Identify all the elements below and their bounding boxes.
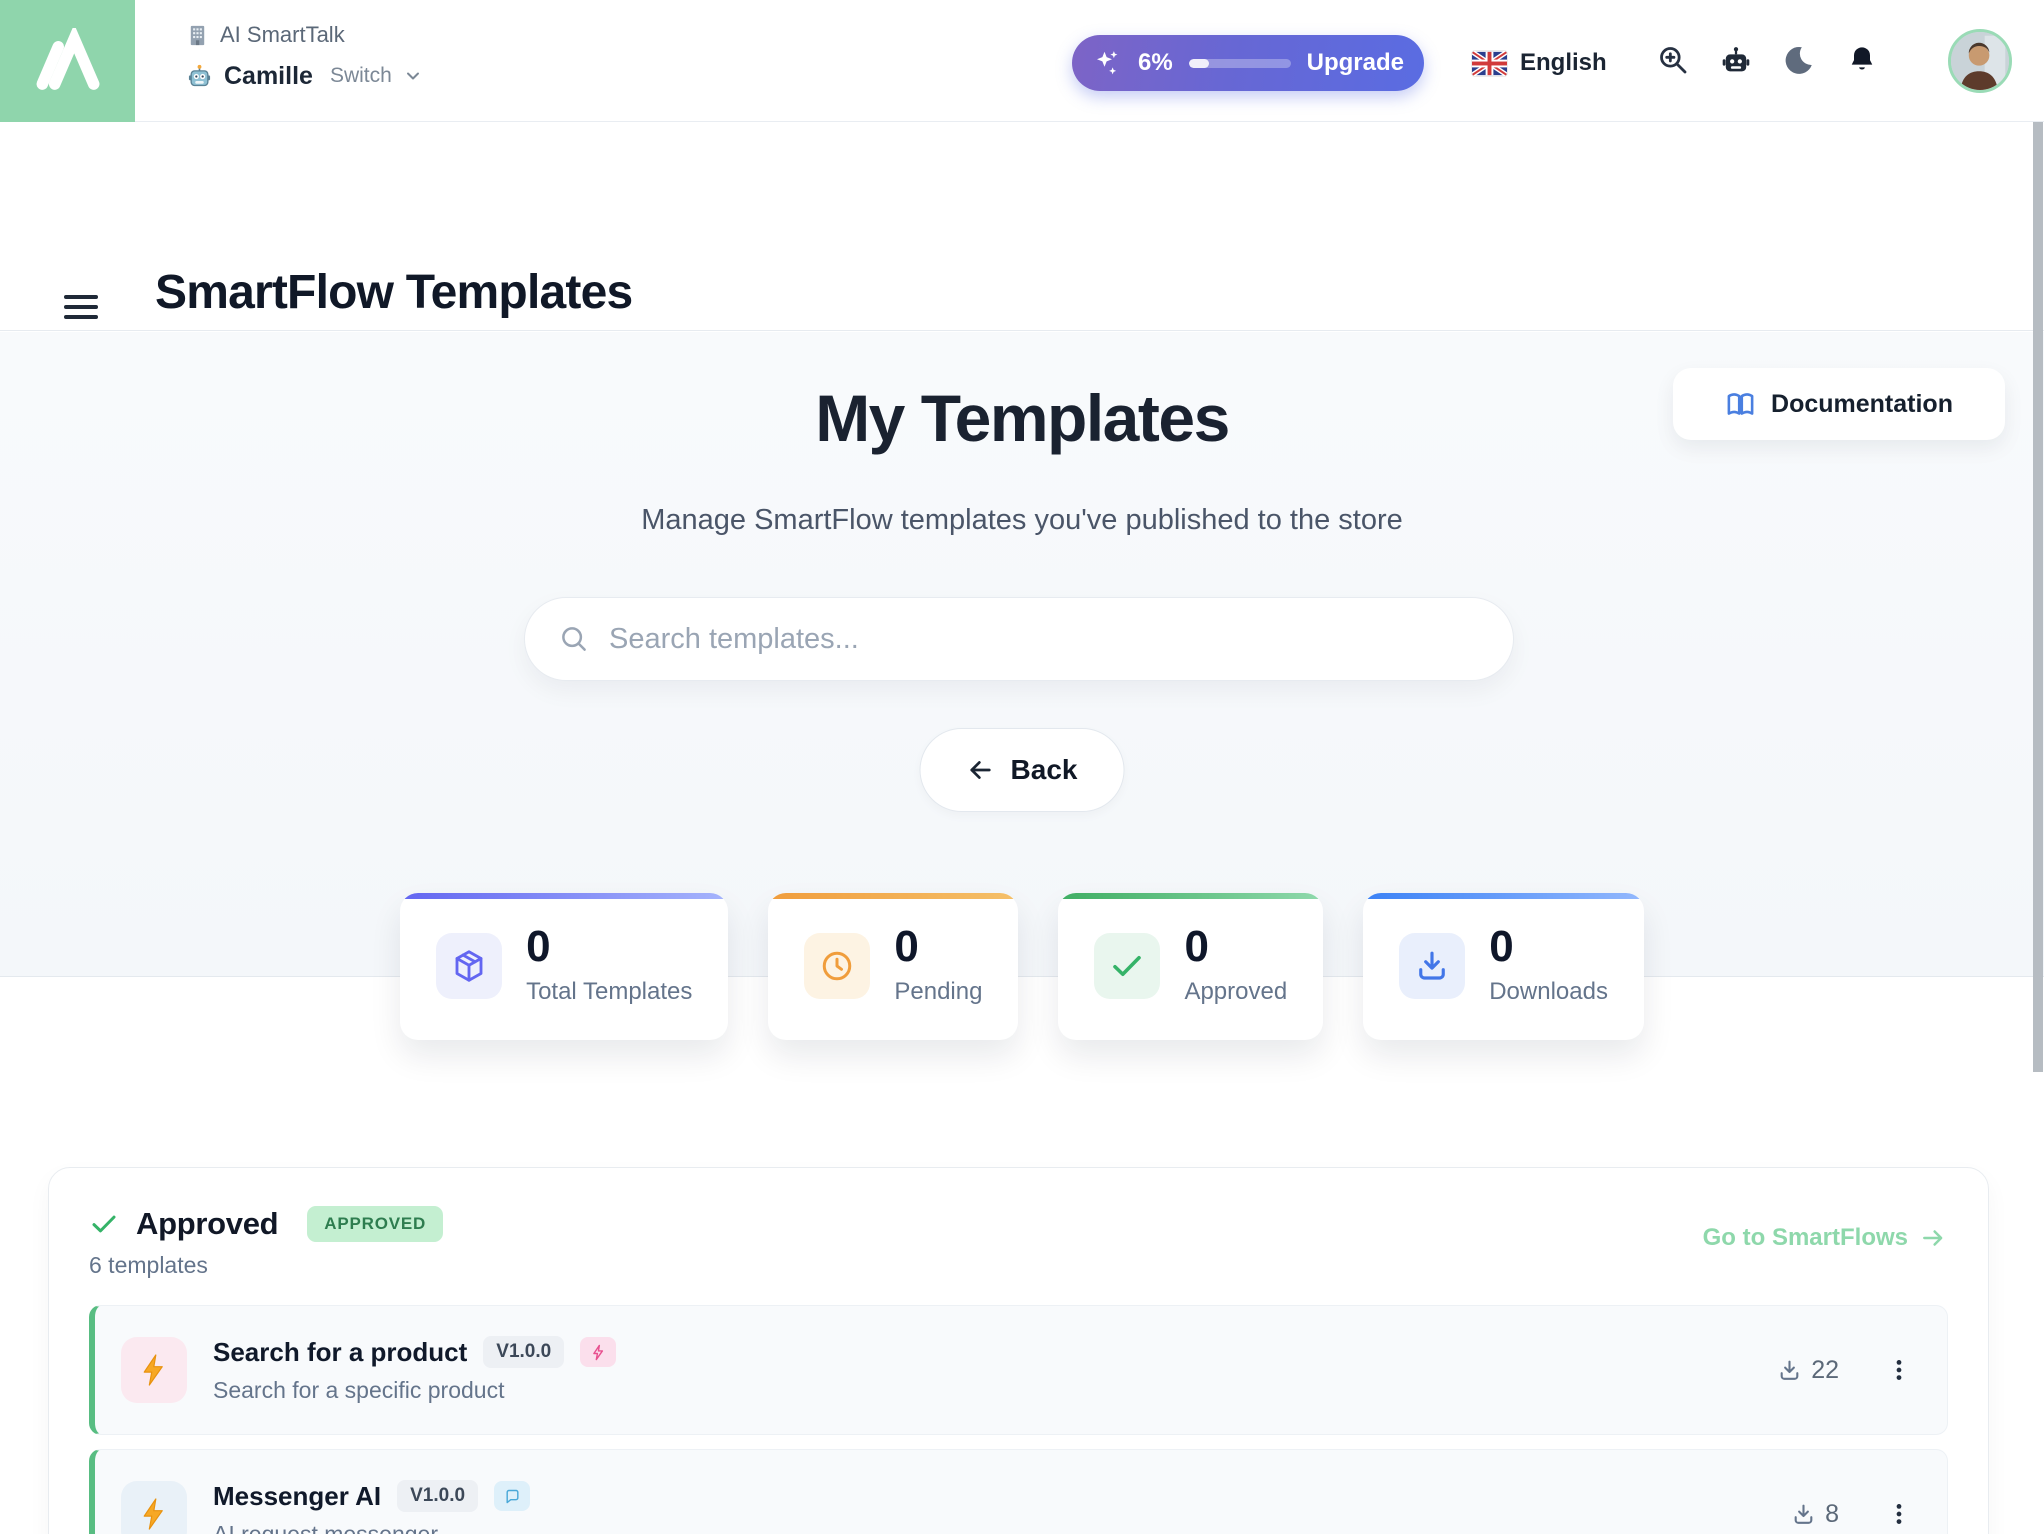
download-icon <box>1399 933 1465 999</box>
stat-card-downloads: 0 Downloads <box>1363 893 1644 1040</box>
header-icon-group <box>1652 28 1883 92</box>
stat-value: 0 <box>1489 925 1608 969</box>
version-badge: V1.0.0 <box>483 1336 564 1368</box>
hero-subtitle: Manage SmartFlow templates you've publis… <box>0 504 2044 537</box>
lightning-icon <box>121 1481 187 1534</box>
language-label: English <box>1520 49 1607 77</box>
stat-card-total-templates: 0 Total Templates <box>400 893 728 1040</box>
app-logo[interactable] <box>0 0 135 122</box>
org-name: AI SmartTalk <box>220 22 345 48</box>
stat-accent-bar <box>400 893 728 899</box>
back-button[interactable]: Back <box>920 728 1125 812</box>
logo-mark-icon <box>29 28 107 94</box>
top-header: AI SmartTalk Camille Switc <box>0 0 2044 122</box>
approved-templates-panel: Approved APPROVED 6 templates Go to Smar… <box>48 1167 1989 1534</box>
download-icon <box>1791 1502 1816 1527</box>
assistant-name: Camille <box>224 62 313 91</box>
stat-accent-bar <box>1363 893 1644 899</box>
version-badge: V1.0.0 <box>397 1480 478 1512</box>
upgrade-label: Upgrade <box>1307 49 1404 77</box>
stat-value: 0 <box>1184 925 1287 969</box>
usage-progress-fill <box>1189 59 1209 68</box>
lightning-pink-icon <box>580 1337 616 1367</box>
robot-icon[interactable] <box>1715 28 1757 92</box>
usage-progress-bar <box>1189 59 1291 68</box>
stat-label: Pending <box>894 978 982 1006</box>
download-count: 8 <box>1791 1500 1839 1529</box>
arrow-left-icon <box>967 756 995 784</box>
stat-label: Approved <box>1184 978 1287 1006</box>
search-icon <box>559 624 589 654</box>
row-menu-button[interactable] <box>1881 1347 1917 1393</box>
language-selector[interactable]: English <box>1472 35 1607 91</box>
row-menu-button[interactable] <box>1881 1491 1917 1534</box>
page-title: SmartFlow Templates <box>155 265 632 320</box>
user-avatar[interactable] <box>1948 29 2012 93</box>
hero-title: My Templates <box>0 380 2044 456</box>
org-assistant-switcher: AI SmartTalk Camille Switc <box>186 18 423 96</box>
robot-avatar-icon <box>186 63 213 90</box>
menu-toggle-button[interactable] <box>64 291 102 323</box>
stat-card-approved: 0 Approved <box>1058 893 1323 1040</box>
org-row: AI SmartTalk <box>186 18 423 52</box>
stat-accent-bar <box>1058 893 1323 899</box>
scrollbar-thumb[interactable] <box>2033 122 2043 1072</box>
check-icon <box>1094 933 1160 999</box>
template-description: Search for a specific product <box>213 1377 616 1404</box>
templates-count: 6 templates <box>89 1252 1948 1279</box>
template-list: Search for a product V1.0.0 Search for a… <box>89 1305 1948 1534</box>
template-name: Search for a product <box>213 1337 467 1368</box>
moon-icon[interactable] <box>1778 28 1820 92</box>
stat-card-pending: 0 Pending <box>768 893 1018 1040</box>
stat-label: Total Templates <box>526 978 692 1006</box>
stat-value: 0 <box>894 925 982 969</box>
back-label: Back <box>1011 754 1078 786</box>
usage-percent: 6% <box>1138 49 1173 77</box>
stats-row: 0 Total Templates 0 Pending <box>0 893 2044 1040</box>
package-icon <box>436 933 502 999</box>
panel-title: Approved <box>136 1206 278 1242</box>
app-screen: AI SmartTalk Camille Switc <box>0 0 2044 1534</box>
panel-header: Approved APPROVED <box>89 1206 1948 1242</box>
template-description: AI request messenger <box>213 1521 530 1534</box>
page-title-section: SmartFlow Templates Administration / My … <box>0 123 2044 331</box>
status-badge: APPROVED <box>307 1206 443 1242</box>
assistant-switcher[interactable]: Camille Switch <box>186 56 423 96</box>
go-to-smartflows-link[interactable]: Go to SmartFlows <box>1703 1224 1946 1252</box>
chat-bubble-icon <box>494 1481 530 1511</box>
stat-label: Downloads <box>1489 978 1608 1006</box>
stat-value: 0 <box>526 925 692 969</box>
stat-accent-bar <box>768 893 1018 899</box>
template-row-search-for-a-product[interactable]: Search for a product V1.0.0 Search for a… <box>89 1305 1948 1435</box>
uk-flag-icon <box>1472 51 1507 76</box>
download-count: 22 <box>1777 1356 1839 1385</box>
template-search <box>524 597 1514 681</box>
building-icon <box>186 24 209 47</box>
template-name: Messenger AI <box>213 1481 381 1512</box>
lightning-icon <box>121 1337 187 1403</box>
upgrade-button[interactable]: 6% Upgrade <box>1072 35 1424 91</box>
chevron-down-icon <box>403 66 423 86</box>
hero-section: Documentation My Templates Manage SmartF… <box>0 332 2044 977</box>
arrow-right-icon <box>1920 1225 1946 1251</box>
check-icon <box>89 1209 119 1239</box>
switch-label: Switch <box>330 64 392 88</box>
template-row-messenger-ai[interactable]: Messenger AI V1.0.0 AI request messenger <box>89 1449 1948 1534</box>
search-input[interactable] <box>609 623 1479 656</box>
zoom-in-icon[interactable] <box>1652 28 1694 92</box>
sparkles-icon <box>1092 48 1122 78</box>
download-icon <box>1777 1358 1802 1383</box>
bell-icon[interactable] <box>1841 28 1883 92</box>
clock-icon <box>804 933 870 999</box>
